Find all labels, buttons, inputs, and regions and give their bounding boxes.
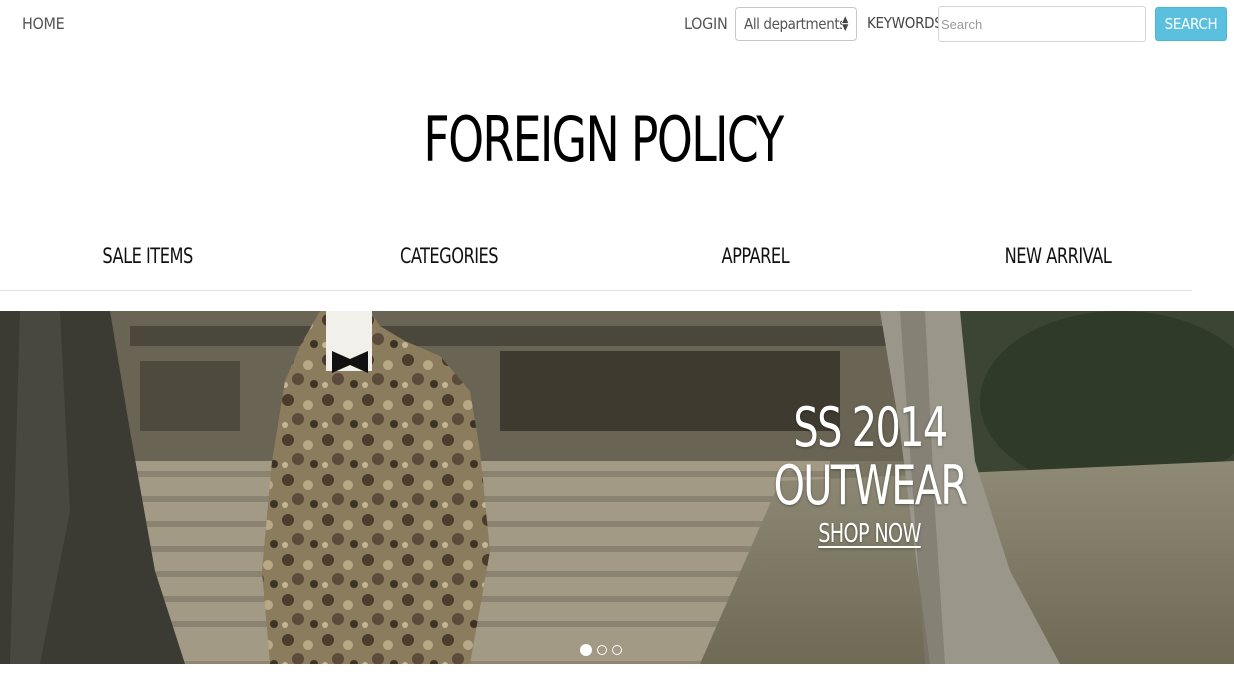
- home-link[interactable]: HOME: [22, 14, 65, 33]
- carousel-dots: [580, 644, 622, 656]
- hero-banner[interactable]: SS 2014 OUTWEAR SHOP NOW: [0, 311, 1234, 664]
- keywords-label: KEYWORDS: [867, 14, 943, 32]
- hero-photo: [0, 311, 1234, 664]
- shop-now-link[interactable]: SHOP NOW: [819, 519, 922, 549]
- nav-item-sale-items[interactable]: SALE ITEMS: [102, 244, 193, 268]
- main-nav: SALE ITEMS CATEGORIES APPAREL NEW ARRIVA…: [0, 230, 1192, 291]
- search-input[interactable]: [938, 6, 1146, 42]
- site-title[interactable]: FOREIGN POLICY: [109, 100, 1098, 180]
- hero-heading-line2: OUTWEAR: [773, 454, 968, 517]
- carousel-dot-2[interactable]: [597, 645, 607, 655]
- login-link[interactable]: LOGIN: [684, 14, 728, 33]
- select-arrows-icon: ▲ ▼: [842, 15, 848, 33]
- department-select-value: All departments: [744, 15, 843, 33]
- hero-caption: SS 2014 OUTWEAR SHOP NOW: [720, 396, 1020, 550]
- department-select[interactable]: All departments ▲ ▼: [735, 7, 857, 41]
- nav-item-categories[interactable]: CATEGORIES: [400, 244, 499, 268]
- top-bar: HOME LOGIN All departments ▲ ▼ KEYWORDS S…: [0, 0, 1234, 50]
- search-button[interactable]: SEARCH: [1155, 7, 1227, 41]
- hero-heading-line1: SS 2014: [793, 396, 948, 459]
- nav-item-new-arrival[interactable]: NEW ARRIVAL: [1005, 244, 1112, 268]
- carousel-dot-1[interactable]: [580, 644, 592, 656]
- carousel-dot-3[interactable]: [612, 645, 622, 655]
- nav-item-apparel[interactable]: APPAREL: [722, 244, 790, 268]
